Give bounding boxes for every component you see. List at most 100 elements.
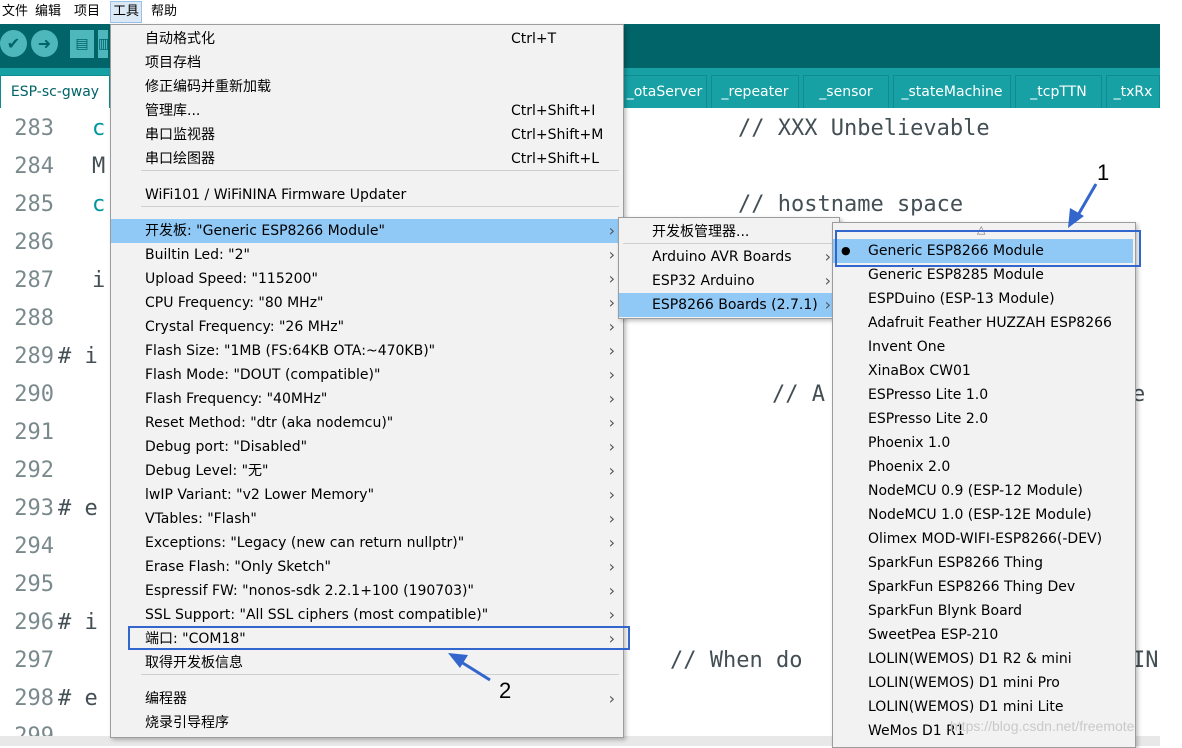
menu-help[interactable]: 帮助 [149, 2, 179, 22]
esp8266-board-item[interactable]: Phoenix 2.0 [833, 455, 1133, 479]
tools-menu-item[interactable]: 修正编码并重新加载 [111, 75, 621, 99]
esp8266-board-item[interactable]: Olimex MOD-WIFI-ESP8266(-DEV) [833, 527, 1133, 551]
tools-menu-item[interactable]: Upload Speed: "115200" › [111, 267, 621, 291]
tools-menu-item[interactable]: Erase Flash: "Only Sketch" › [111, 555, 621, 579]
open-sketch-icon[interactable]: ▥ [98, 30, 111, 58]
chevron-right-icon: › [608, 293, 615, 312]
tools-menu-item[interactable]: Flash Frequency: "40MHz" › [111, 387, 621, 411]
menu-shortcut: Ctrl+Shift+I [511, 103, 596, 119]
menu-item-label: 修正编码并重新加载 [145, 79, 271, 95]
esp8266-board-item[interactable]: SparkFun Blynk Board [833, 599, 1133, 623]
menu-item-label: 串口绘图器 [145, 151, 215, 167]
menu-item-label: 项目存档 [145, 55, 201, 71]
tab-repeater[interactable]: _repeater [711, 75, 799, 108]
menubar: 文件 编辑 项目 工具 帮助 [0, 0, 1182, 24]
tools-menu-item[interactable]: 串口监视器 Ctrl+Shift+M [111, 123, 621, 147]
esp8266-board-item[interactable]: ESPresso Lite 1.0 [833, 383, 1133, 407]
tools-menu-item[interactable]: Debug Level: "无" › [111, 459, 621, 483]
tools-menu-item[interactable]: Flash Size: "1MB (FS:64KB OTA:~470KB)" › [111, 339, 621, 363]
menu-item-label: SparkFun ESP8266 Thing [868, 555, 1044, 571]
chevron-right-icon: › [608, 389, 615, 408]
tools-menu-item[interactable]: 项目存档 [111, 51, 621, 75]
tab-statemachine[interactable]: _stateMachine [893, 75, 1011, 108]
menu-item-label: 串口监视器 [145, 127, 215, 143]
esp8266-board-item[interactable]: ESPDuino (ESP-13 Module) [833, 287, 1133, 311]
menu-item-label: NodeMCU 0.9 (ESP-12 Module) [868, 483, 1083, 499]
tools-menu-item[interactable]: Flash Mode: "DOUT (compatible)" › [111, 363, 621, 387]
menu-item-label: 自动格式化 [145, 31, 215, 47]
tools-menu-item[interactable]: SSL Support: "All SSL ciphers (most comp… [111, 603, 621, 627]
esp8266-board-item[interactable]: SparkFun ESP8266 Thing [833, 551, 1133, 575]
boards-menu-item[interactable]: 开发板管理器... [619, 220, 837, 244]
esp8266-board-item[interactable]: NodeMCU 0.9 (ESP-12 Module) [833, 479, 1133, 503]
tools-menu-item[interactable]: 取得开发板信息 [111, 651, 621, 675]
code-fragment: c [92, 192, 106, 217]
verify-icon[interactable]: ✔ [0, 30, 27, 57]
line-number: 294 [14, 534, 54, 559]
esp8266-board-item[interactable]: Invent One [833, 335, 1133, 359]
esp8266-board-item[interactable]: Adafruit Feather HUZZAH ESP8266 [833, 311, 1133, 335]
tools-menu-item[interactable]: Builtin Led: "2" › [111, 243, 621, 267]
code-comment: // A [772, 382, 825, 407]
esp8266-board-item[interactable]: SweetPea ESP-210 [833, 623, 1133, 647]
menu-item-label: SparkFun ESP8266 Thing Dev [868, 579, 1076, 595]
menu-file[interactable]: 文件 [0, 2, 30, 22]
tools-menu-item[interactable]: 开发板: "Generic ESP8266 Module" › [111, 219, 621, 243]
tab-esp-sc-gway[interactable]: ESP-sc-gway [0, 75, 110, 108]
menu-item-label: SSL Support: "All SSL ciphers (most comp… [145, 607, 489, 623]
menu-shortcut: Ctrl+Shift+L [511, 151, 599, 167]
boards-menu-item[interactable]: Arduino AVR Boards › [619, 245, 837, 269]
chevron-right-icon: › [608, 341, 615, 360]
tab-txrx[interactable]: _txRx [1106, 75, 1160, 108]
esp8266-board-item[interactable]: LOLIN(WEMOS) D1 mini Lite [833, 695, 1133, 719]
new-sketch-icon[interactable]: ▤ [70, 30, 94, 58]
menu-item-label: SweetPea ESP-210 [868, 627, 999, 643]
tools-menu-item[interactable]: Espressif FW: "nonos-sdk 2.2.1+100 (1907… [111, 579, 621, 603]
tools-menu-item[interactable]: 烧录引导程序 [111, 711, 621, 735]
esp8266-board-item[interactable]: NodeMCU 1.0 (ESP-12E Module) [833, 503, 1133, 527]
tab-otaserver[interactable]: _otaServer [622, 75, 707, 108]
menu-item-label: ESPDuino (ESP-13 Module) [868, 291, 1055, 307]
menu-item-label: NodeMCU 1.0 (ESP-12E Module) [868, 507, 1092, 523]
tools-menu-item[interactable]: 编程器 › [111, 687, 621, 711]
menu-item-label: 管理库... [145, 103, 201, 119]
annotation-number-1: 1 [1097, 160, 1110, 185]
tools-menu-item[interactable]: WiFi101 / WiFiNINA Firmware Updater [111, 183, 621, 207]
upload-icon[interactable]: ➜ [31, 30, 58, 57]
code-fragment: # i [58, 610, 98, 635]
menu-item-label: ESPresso Lite 1.0 [868, 387, 989, 403]
esp8266-board-item[interactable]: SparkFun ESP8266 Thing Dev [833, 575, 1133, 599]
esp8266-boards-submenu: △ ● Generic ESP8266 Module Generic ESP8285… [832, 222, 1136, 748]
menu-item-label: Phoenix 1.0 [868, 435, 951, 451]
menu-item-label: Exceptions: "Legacy (new can return null… [145, 535, 465, 551]
tools-menu-item[interactable]: Crystal Frequency: "26 MHz" › [111, 315, 621, 339]
esp8266-board-item[interactable]: LOLIN(WEMOS) D1 mini Pro [833, 671, 1133, 695]
tools-menu-item[interactable]: 自动格式化 Ctrl+T [111, 27, 621, 51]
menu-item-label: Flash Mode: "DOUT (compatible)" [145, 367, 381, 383]
chevron-right-icon: › [608, 557, 615, 576]
tools-menu-item[interactable]: 串口绘图器 Ctrl+Shift+L [111, 147, 621, 171]
tools-menu-item[interactable]: 管理库... Ctrl+Shift+I [111, 99, 621, 123]
tools-menu-item[interactable]: CPU Frequency: "80 MHz" › [111, 291, 621, 315]
chevron-right-icon: › [608, 485, 615, 504]
line-number: 292 [14, 458, 54, 483]
tab-tcpttn[interactable]: _tcpTTN [1015, 75, 1102, 108]
tab-sensor[interactable]: _sensor [803, 75, 889, 108]
line-number: 291 [14, 420, 54, 445]
chevron-right-icon: › [608, 533, 615, 552]
boards-menu-item[interactable]: ESP8266 Boards (2.7.1) › [619, 293, 837, 317]
menu-sketch[interactable]: 项目 [72, 2, 102, 22]
esp8266-board-item[interactable]: ESPresso Lite 2.0 [833, 407, 1133, 431]
menu-edit[interactable]: 编辑 [33, 2, 63, 22]
esp8266-board-item[interactable]: Phoenix 1.0 [833, 431, 1133, 455]
menu-tools[interactable]: 工具 [110, 1, 143, 23]
esp8266-board-item[interactable]: XinaBox CW01 [833, 359, 1133, 383]
chevron-right-icon: › [608, 245, 615, 264]
tools-menu-item[interactable]: Debug port: "Disabled" › [111, 435, 621, 459]
esp8266-board-item[interactable]: LOLIN(WEMOS) D1 R2 & mini [833, 647, 1133, 671]
tools-menu-item[interactable]: VTables: "Flash" › [111, 507, 621, 531]
tools-menu-item[interactable]: Reset Method: "dtr (aka nodemcu)" › [111, 411, 621, 435]
tools-menu-item[interactable]: lwIP Variant: "v2 Lower Memory" › [111, 483, 621, 507]
tools-menu-item[interactable]: Exceptions: "Legacy (new can return null… [111, 531, 621, 555]
boards-menu-item[interactable]: ESP32 Arduino › [619, 269, 837, 293]
